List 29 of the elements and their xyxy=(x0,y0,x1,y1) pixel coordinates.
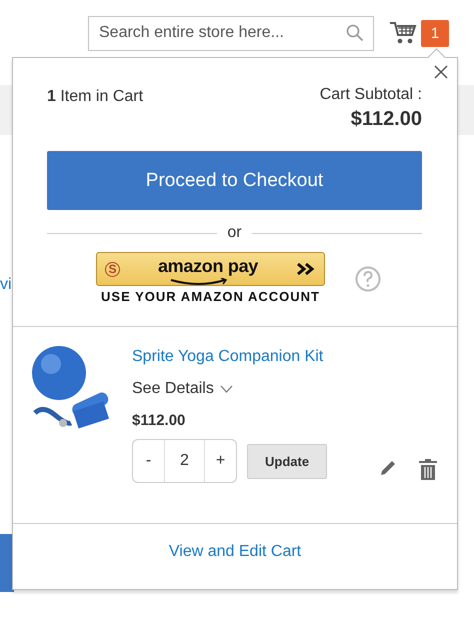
amazon-badge: S xyxy=(105,262,120,276)
pencil-icon[interactable] xyxy=(379,459,397,477)
chevron-icon xyxy=(220,385,233,393)
subtotal-label: Cart Subtotal : xyxy=(320,86,422,104)
double-chevron-icon xyxy=(296,262,316,276)
close-icon[interactable] xyxy=(433,64,449,80)
update-button[interactable]: Update xyxy=(247,444,328,478)
cart-count-badge: 1 xyxy=(421,20,449,46)
item-count: 1 Item in Cart xyxy=(47,88,144,106)
decrease-button[interactable]: - xyxy=(133,440,164,482)
view-edit-cart-link[interactable]: View and Edit Cart xyxy=(168,543,302,560)
quantity-field[interactable]: 2 xyxy=(164,440,205,482)
page-link[interactable]: vi xyxy=(0,276,12,294)
amazon-account-caption: USE YOUR AMAZON ACCOUNT xyxy=(101,289,320,304)
trash-icon[interactable] xyxy=(419,459,437,480)
search-field[interactable]: Search entire store here... xyxy=(88,16,374,50)
amazon-pay-logo: amazon pay xyxy=(156,256,260,276)
increase-button[interactable]: + xyxy=(205,440,236,482)
product-price: $112.00 xyxy=(132,412,186,429)
quantity-stepper[interactable]: - 2 + xyxy=(132,439,237,483)
or-separator: or xyxy=(227,224,242,242)
smile-arrow-icon xyxy=(169,278,229,286)
checkout-button[interactable]: Proceed to Checkout xyxy=(47,151,422,210)
product-name-link[interactable]: Sprite Yoga Companion Kit xyxy=(132,345,328,369)
see-details-toggle[interactable]: See Details xyxy=(132,378,328,400)
search-icon[interactable] xyxy=(346,24,364,42)
subtotal-amount: $112.00 xyxy=(350,108,422,131)
amazon-pay-button[interactable]: S amazon pay xyxy=(96,252,325,286)
cart-icon[interactable] xyxy=(390,21,417,45)
